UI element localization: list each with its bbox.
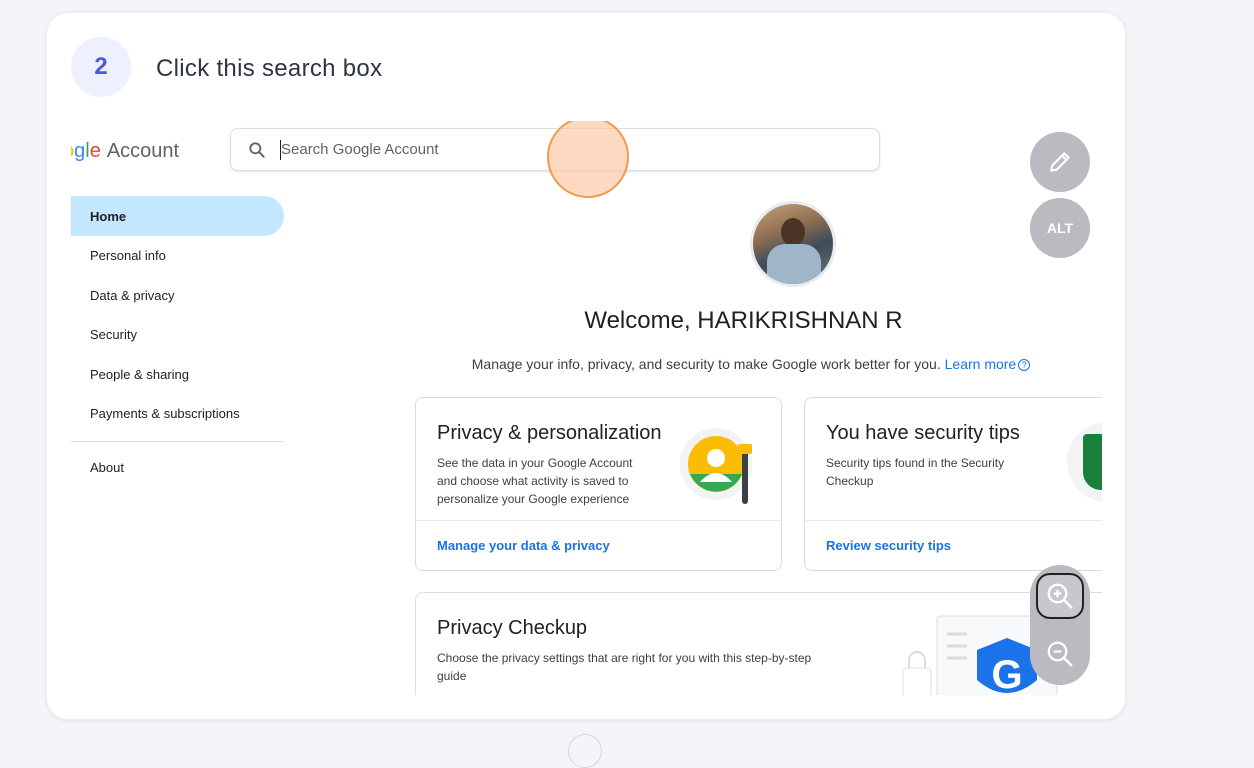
welcome-heading: Welcome, HARIKRISHNAN R xyxy=(584,307,903,334)
subtitle-text: Manage your info, privacy, and security … xyxy=(471,356,941,372)
click-target-highlight xyxy=(547,121,629,198)
screenshot-frame: ogleAccount Search Google Account Home P… xyxy=(71,121,1102,695)
card-title: You have security tips xyxy=(826,422,1020,444)
sidebar-item-label: About xyxy=(90,459,124,475)
people-icon xyxy=(71,367,75,381)
sidebar-item-data-privacy[interactable]: Data & privacy xyxy=(71,275,284,315)
card-description: Security tips found in the Security Check… xyxy=(826,454,1004,490)
card-description: See the data in your Google Account and c… xyxy=(437,454,632,508)
avatar-body xyxy=(767,244,821,284)
alt-label: ALT xyxy=(1046,220,1074,236)
security-shield-icon xyxy=(1067,422,1102,502)
search-placeholder: Search Google Account xyxy=(281,141,439,158)
logo-account-text: Account xyxy=(106,140,180,162)
sidebar-item-label: People & sharing xyxy=(90,366,190,382)
sidebar-item-security[interactable]: Security xyxy=(71,314,284,354)
desc-line: Choose the privacy settings that are rig… xyxy=(437,651,812,665)
lock-icon xyxy=(71,327,75,341)
welcome-subtitle: Manage your info, privacy, and security … xyxy=(411,356,1091,372)
review-security-tips-link[interactable]: Review security tips xyxy=(826,538,951,553)
zoom-controls xyxy=(1030,565,1090,685)
avatar-head xyxy=(781,218,805,246)
id-card-icon xyxy=(71,248,75,262)
alt-text-button[interactable]: ALT xyxy=(1030,198,1090,258)
toggle-icon xyxy=(71,288,75,302)
desc-line: personalize your Google experience xyxy=(437,492,630,506)
sidebar-item-label: Personal info xyxy=(90,247,166,263)
manage-data-privacy-link[interactable]: Manage your data & privacy xyxy=(437,538,610,553)
pencil-icon xyxy=(1050,152,1070,172)
page-indicator-dot[interactable] xyxy=(568,734,602,768)
logo-letters: ogle xyxy=(71,140,101,162)
desc-line: and choose what activity is saved to xyxy=(437,474,629,488)
zoom-out-icon xyxy=(1047,641,1073,667)
card-title: Privacy Checkup xyxy=(437,617,588,639)
shield-shape xyxy=(1083,434,1102,490)
google-account-logo[interactable]: ogleAccount xyxy=(71,140,179,163)
privacy-personalization-card[interactable]: Privacy & personalization See the data i… xyxy=(415,397,782,571)
sidebar-item-label: Payments & subscriptions xyxy=(90,405,240,421)
learn-more-label: Learn more xyxy=(944,356,1017,372)
google-account-page: ogleAccount Search Google Account Home P… xyxy=(71,121,1102,695)
profile-avatar[interactable] xyxy=(750,201,836,287)
desc-line: Security tips found in the Security xyxy=(826,456,1005,470)
security-tips-card[interactable]: You have security tips Security tips fou… xyxy=(804,397,1102,571)
zoom-in-button[interactable] xyxy=(1036,573,1084,619)
info-icon xyxy=(71,460,75,474)
home-icon xyxy=(71,209,75,223)
sidebar-item-label: Home xyxy=(90,208,127,224)
sidebar-item-personal-info[interactable]: Personal info xyxy=(71,235,284,275)
help-icon: ? xyxy=(1018,359,1031,372)
privacy-illustration-icon xyxy=(680,428,752,504)
desc-line: Checkup xyxy=(826,474,874,488)
sidebar-item-about[interactable]: About xyxy=(71,447,284,487)
card-description: Choose the privacy settings that are rig… xyxy=(437,649,811,685)
step-card: 2 Click this search box ogleAccount Sear… xyxy=(46,12,1126,720)
sidebar-item-people-sharing[interactable]: People & sharing xyxy=(71,354,284,394)
step-instruction: Click this search box xyxy=(156,55,383,82)
sidebar-item-label: Security xyxy=(90,326,137,342)
card-divider xyxy=(416,520,781,521)
svg-text:G: G xyxy=(991,653,1022,695)
search-icon xyxy=(249,142,265,158)
sidebar-item-payments[interactable]: Payments & subscriptions xyxy=(71,393,284,433)
credit-card-icon xyxy=(71,406,75,420)
zoom-in-icon xyxy=(1047,583,1073,609)
desc-line: See the data in your Google Account xyxy=(437,456,633,470)
card-title: Privacy & personalization xyxy=(437,422,662,444)
learn-more-link[interactable]: Learn more? xyxy=(945,356,1031,372)
edit-button[interactable] xyxy=(1030,132,1090,192)
desc-line: guide xyxy=(437,669,467,683)
step-number-badge: 2 xyxy=(71,37,131,97)
card-divider xyxy=(805,520,1102,521)
sidebar-divider xyxy=(71,441,284,442)
sidebar-item-home[interactable]: Home xyxy=(71,196,284,236)
zoom-out-button[interactable] xyxy=(1036,631,1084,677)
sidebar-item-label: Data & privacy xyxy=(90,287,175,303)
